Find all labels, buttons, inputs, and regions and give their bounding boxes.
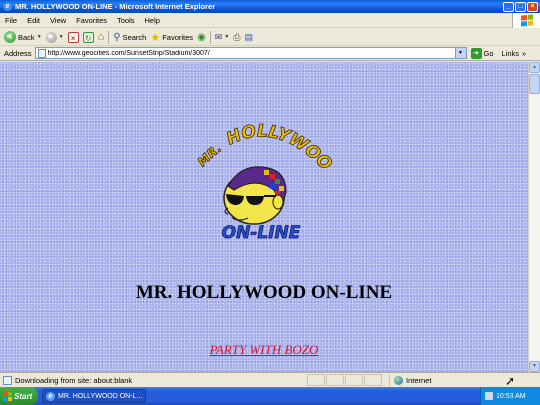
favorites-icon: ★ <box>150 31 161 44</box>
windows-flag-icon <box>3 391 12 401</box>
print-icon: ⎙ <box>233 31 241 42</box>
zone-label: Internet <box>406 375 432 385</box>
address-dropdown-icon[interactable]: ▼ <box>454 48 466 58</box>
close-button[interactable]: × <box>527 1 538 12</box>
scroll-up-icon[interactable]: ▲ <box>529 62 540 73</box>
home-icon: ⌂ <box>97 31 105 43</box>
mr-hollywood-logo: MR. HOLLYWOOD ON-LINE <box>186 110 336 240</box>
ie-app-icon: e <box>3 2 12 11</box>
back-dropdown-icon[interactable]: ▼ <box>37 34 42 40</box>
forward-button[interactable]: ▼ <box>44 31 66 43</box>
menu-edit[interactable]: Edit <box>22 16 45 25</box>
window-controls: _ □ × <box>503 1 538 12</box>
status-cell <box>307 374 325 386</box>
menu-help[interactable]: Help <box>140 16 165 25</box>
toolbar-separator <box>209 30 211 44</box>
menu-file[interactable]: File <box>0 16 22 25</box>
address-input[interactable]: http://www.geocities.com/SunsetStrip/Sta… <box>34 47 467 59</box>
party-with-bozo-link[interactable]: PARTY WITH BOZO <box>0 342 528 358</box>
edit-icon: ▤ <box>244 31 254 42</box>
mail-icon: ✉ <box>214 31 223 42</box>
search-label: Search <box>122 32 147 42</box>
links-button[interactable]: Links » <box>502 49 527 58</box>
windows-logo <box>512 13 540 28</box>
go-arrow-icon: ➜ <box>470 47 482 59</box>
mail-button[interactable]: ✉ ▼ <box>213 32 232 43</box>
page-content[interactable]: MR. HOLLYWOOD ON-LINE MR. HOLLYWOOD ON-L… <box>0 62 528 372</box>
address-url[interactable]: http://www.geocities.com/SunsetStrip/Sta… <box>48 50 455 57</box>
page-icon <box>37 48 46 58</box>
minimize-button[interactable]: _ <box>503 1 514 12</box>
menu-view[interactable]: View <box>45 16 71 25</box>
search-icon: ⚲ <box>113 31 121 43</box>
stop-button[interactable]: × <box>66 31 81 43</box>
home-button[interactable]: ⌂ <box>96 31 107 43</box>
scroll-down-icon[interactable]: ▼ <box>529 361 540 372</box>
menu-bar: File Edit View Favorites Tools Help <box>0 13 540 28</box>
ie-icon: e <box>46 391 55 401</box>
back-button[interactable]: Back ▼ <box>2 31 44 43</box>
ear-shape <box>272 194 284 210</box>
vertical-scrollbar[interactable]: ▲ ▼ <box>528 62 540 372</box>
status-bar: Downloading from site: about:blank Inter… <box>0 372 540 387</box>
taskbar: Start e MR. HOLLYWOOD ON-L... 10:53 AM <box>0 387 540 405</box>
edit-button[interactable]: ▤ <box>243 32 256 43</box>
standard-toolbar: Back ▼ ▼ × ↻ ⌂ ⚲ Search ★ Favorites ◉ ✉ … <box>0 29 540 46</box>
toolbar-separator <box>108 30 110 44</box>
media-icon: ◉ <box>197 31 206 43</box>
address-label: Address <box>4 48 32 58</box>
start-button[interactable]: Start <box>0 387 38 405</box>
status-cell <box>364 374 382 386</box>
print-button[interactable]: ⎙ <box>231 32 242 43</box>
go-button[interactable]: ➜ Go <box>470 47 494 59</box>
forward-dropdown-icon[interactable]: ▼ <box>59 34 64 40</box>
links-label: Links <box>501 48 520 58</box>
refresh-button[interactable]: ↻ <box>81 31 96 43</box>
favorites-button[interactable]: ★ Favorites <box>148 31 195 44</box>
windows-flag-icon <box>520 14 533 27</box>
globe-icon <box>394 375 403 385</box>
media-button[interactable]: ◉ <box>195 32 208 43</box>
go-label: Go <box>483 48 494 58</box>
system-tray: 10:53 AM <box>480 387 540 405</box>
logo-title-text: MR. HOLLYWOOD <box>186 110 336 174</box>
refresh-icon: ↻ <box>82 31 94 43</box>
network-icon[interactable] <box>485 392 493 400</box>
mouse-cursor-icon: ➚ <box>505 374 516 388</box>
back-icon <box>4 31 16 43</box>
status-text: Downloading from site: about:blank <box>15 375 133 385</box>
mail-dropdown-icon[interactable]: ▼ <box>224 34 229 40</box>
favorites-label: Favorites <box>162 32 194 42</box>
start-label: Start <box>14 391 33 401</box>
stop-icon: × <box>67 31 79 43</box>
forward-icon <box>45 31 57 43</box>
page-title: MR. HOLLYWOOD ON-LINE <box>135 282 393 303</box>
menu-favorites[interactable]: Favorites <box>71 16 112 25</box>
scroll-thumb[interactable] <box>529 74 540 94</box>
status-cell <box>326 374 344 386</box>
taskbar-window-button[interactable]: e MR. HOLLYWOOD ON-L... <box>42 389 146 403</box>
menu-tools[interactable]: Tools <box>112 16 140 25</box>
page-icon <box>3 375 12 385</box>
address-bar: Address http://www.geocities.com/SunsetS… <box>0 46 540 61</box>
search-button[interactable]: ⚲ Search <box>111 32 148 43</box>
status-cell <box>345 374 363 386</box>
taskbar-window-label: MR. HOLLYWOOD ON-L... <box>58 392 143 400</box>
clock: 10:53 AM <box>496 392 526 400</box>
window-title: MR. HOLLYWOOD ON-LINE - Microsoft Intern… <box>15 2 216 11</box>
logo-subtitle-text: ON-LINE <box>222 223 301 240</box>
security-zone: Internet <box>389 374 479 386</box>
title-bar: e MR. HOLLYWOOD ON-LINE - Microsoft Inte… <box>0 0 540 13</box>
back-label: Back <box>18 32 35 42</box>
links-chevron-icon: » <box>522 48 527 58</box>
maximize-button[interactable]: □ <box>515 1 526 12</box>
